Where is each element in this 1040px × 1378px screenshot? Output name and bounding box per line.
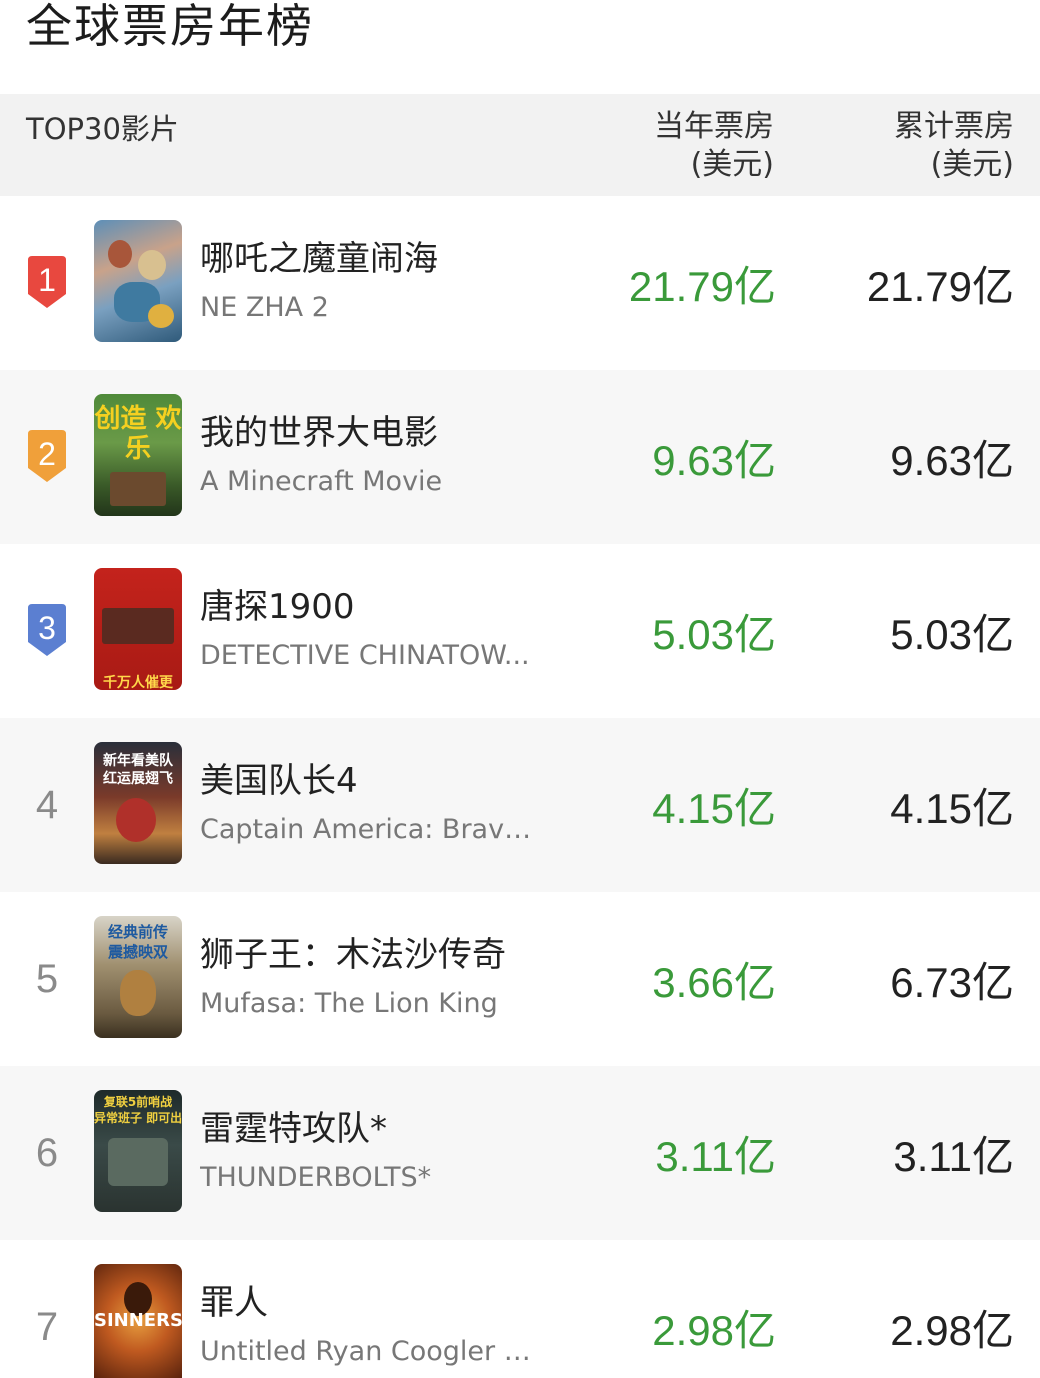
- poster-text: 创造 欢乐: [94, 404, 182, 464]
- table-header: TOP30影片 当年票房 (美元) 累计票房 (美元): [0, 94, 1040, 196]
- rank-number: 5: [35, 956, 59, 1001]
- header-year-box-office[interactable]: 当年票房 (美元): [654, 108, 774, 184]
- film-row[interactable]: 7 SINNERS 罪人 Untitled Ryan Coogler V... …: [0, 1240, 1040, 1378]
- page-title: 全球票房年榜: [26, 0, 314, 53]
- header-total-box-office[interactable]: 累计票房 (美元): [894, 108, 1014, 184]
- film-name-cn: 哪吒之魔童闹海: [200, 239, 438, 279]
- poster-text: 复联5前哨战 异常班子 即可出道: [94, 1095, 182, 1125]
- total-box-office: 5.03亿: [890, 610, 1014, 658]
- film-name-cn: 雷霆特攻队*: [200, 1109, 387, 1149]
- rank-cell: 6: [24, 1066, 70, 1240]
- film-name-en: DETECTIVE CHINATOW...: [200, 640, 530, 671]
- film-row[interactable]: 4 新年看美队 红运展翅飞 美国队长4 Captain America: Bra…: [0, 718, 1040, 892]
- film-name-en: Captain America: Brave...: [200, 814, 540, 845]
- film-name-cn: 唐探1900: [200, 587, 355, 627]
- film-poster: 经典前传 震撼映双: [94, 916, 182, 1038]
- year-box-office: 9.63亿: [652, 436, 776, 484]
- year-box-office: 3.66亿: [652, 958, 776, 1006]
- total-box-office: 2.98亿: [890, 1306, 1014, 1354]
- rank-number: 7: [35, 1304, 59, 1349]
- film-row[interactable]: 1 哪吒之魔童闹海 NE ZHA 2 21.79亿 21.79亿: [0, 196, 1040, 370]
- film-poster: 复联5前哨战 异常班子 即可出道: [94, 1090, 182, 1212]
- film-name-cn: 罪人: [200, 1283, 268, 1323]
- box-office-page: 全球票房年榜 TOP30影片 当年票房 (美元) 累计票房 (美元) 1 哪吒之…: [0, 0, 1040, 1378]
- film-name-en: NE ZHA 2: [200, 292, 329, 323]
- film-poster: 高口碑喜剧 千万人催更: [94, 568, 182, 690]
- year-box-office: 21.79亿: [628, 262, 776, 310]
- film-name-cn: 美国队长4: [200, 761, 358, 801]
- rank-badge: 2: [24, 370, 70, 544]
- rank-cell: 7: [24, 1240, 70, 1378]
- total-box-office: 4.15亿: [890, 784, 1014, 832]
- year-box-office: 4.15亿: [652, 784, 776, 832]
- film-row[interactable]: 5 经典前传 震撼映双 狮子王：木法沙传奇 Mufasa: The Lion K…: [0, 892, 1040, 1066]
- poster-text: 新年看美队 红运展翅飞: [103, 753, 173, 787]
- poster-text: SINNERS: [94, 1310, 182, 1331]
- total-box-office: 3.11亿: [893, 1132, 1014, 1180]
- year-box-office: 3.11亿: [655, 1132, 776, 1180]
- year-box-office: 5.03亿: [652, 610, 776, 658]
- film-poster: 创造 欢乐: [94, 394, 182, 516]
- film-poster: 新年看美队 红运展翅飞: [94, 742, 182, 864]
- film-poster: SINNERS: [94, 1264, 182, 1378]
- header-film: TOP30影片: [26, 112, 179, 146]
- film-row[interactable]: 2 创造 欢乐 我的世界大电影 A Minecraft Movie 9.63亿 …: [0, 370, 1040, 544]
- total-box-office: 9.63亿: [890, 436, 1014, 484]
- film-name-cn: 狮子王：木法沙传奇: [200, 935, 506, 975]
- rank-cell: 5: [24, 892, 70, 1066]
- rank-badge: 3: [24, 544, 70, 718]
- film-name-en: THUNDERBOLTS*: [200, 1162, 432, 1193]
- film-list: 1 哪吒之魔童闹海 NE ZHA 2 21.79亿 21.79亿 2 创造 欢乐…: [0, 196, 1040, 1378]
- film-name-en: Mufasa: The Lion King: [200, 988, 498, 1019]
- rank-cell: 4: [24, 718, 70, 892]
- film-name-en: Untitled Ryan Coogler V...: [200, 1336, 540, 1367]
- rank-number: 4: [35, 782, 59, 827]
- total-box-office: 21.79亿: [866, 262, 1014, 310]
- film-name-en: A Minecraft Movie: [200, 466, 443, 497]
- rank-number: 6: [35, 1130, 59, 1175]
- poster-text: 经典前传 震撼映双: [107, 923, 168, 961]
- rank-badge: 1: [24, 196, 70, 370]
- film-name-cn: 我的世界大电影: [200, 413, 438, 453]
- film-row[interactable]: 3 高口碑喜剧 千万人催更 唐探1900 DETECTIVE CHINATOW.…: [0, 544, 1040, 718]
- film-poster: [94, 220, 182, 342]
- film-row[interactable]: 6 复联5前哨战 异常班子 即可出道 雷霆特攻队* THUNDERBOLTS* …: [0, 1066, 1040, 1240]
- year-box-office: 2.98亿: [652, 1306, 776, 1354]
- total-box-office: 6.73亿: [890, 958, 1014, 1006]
